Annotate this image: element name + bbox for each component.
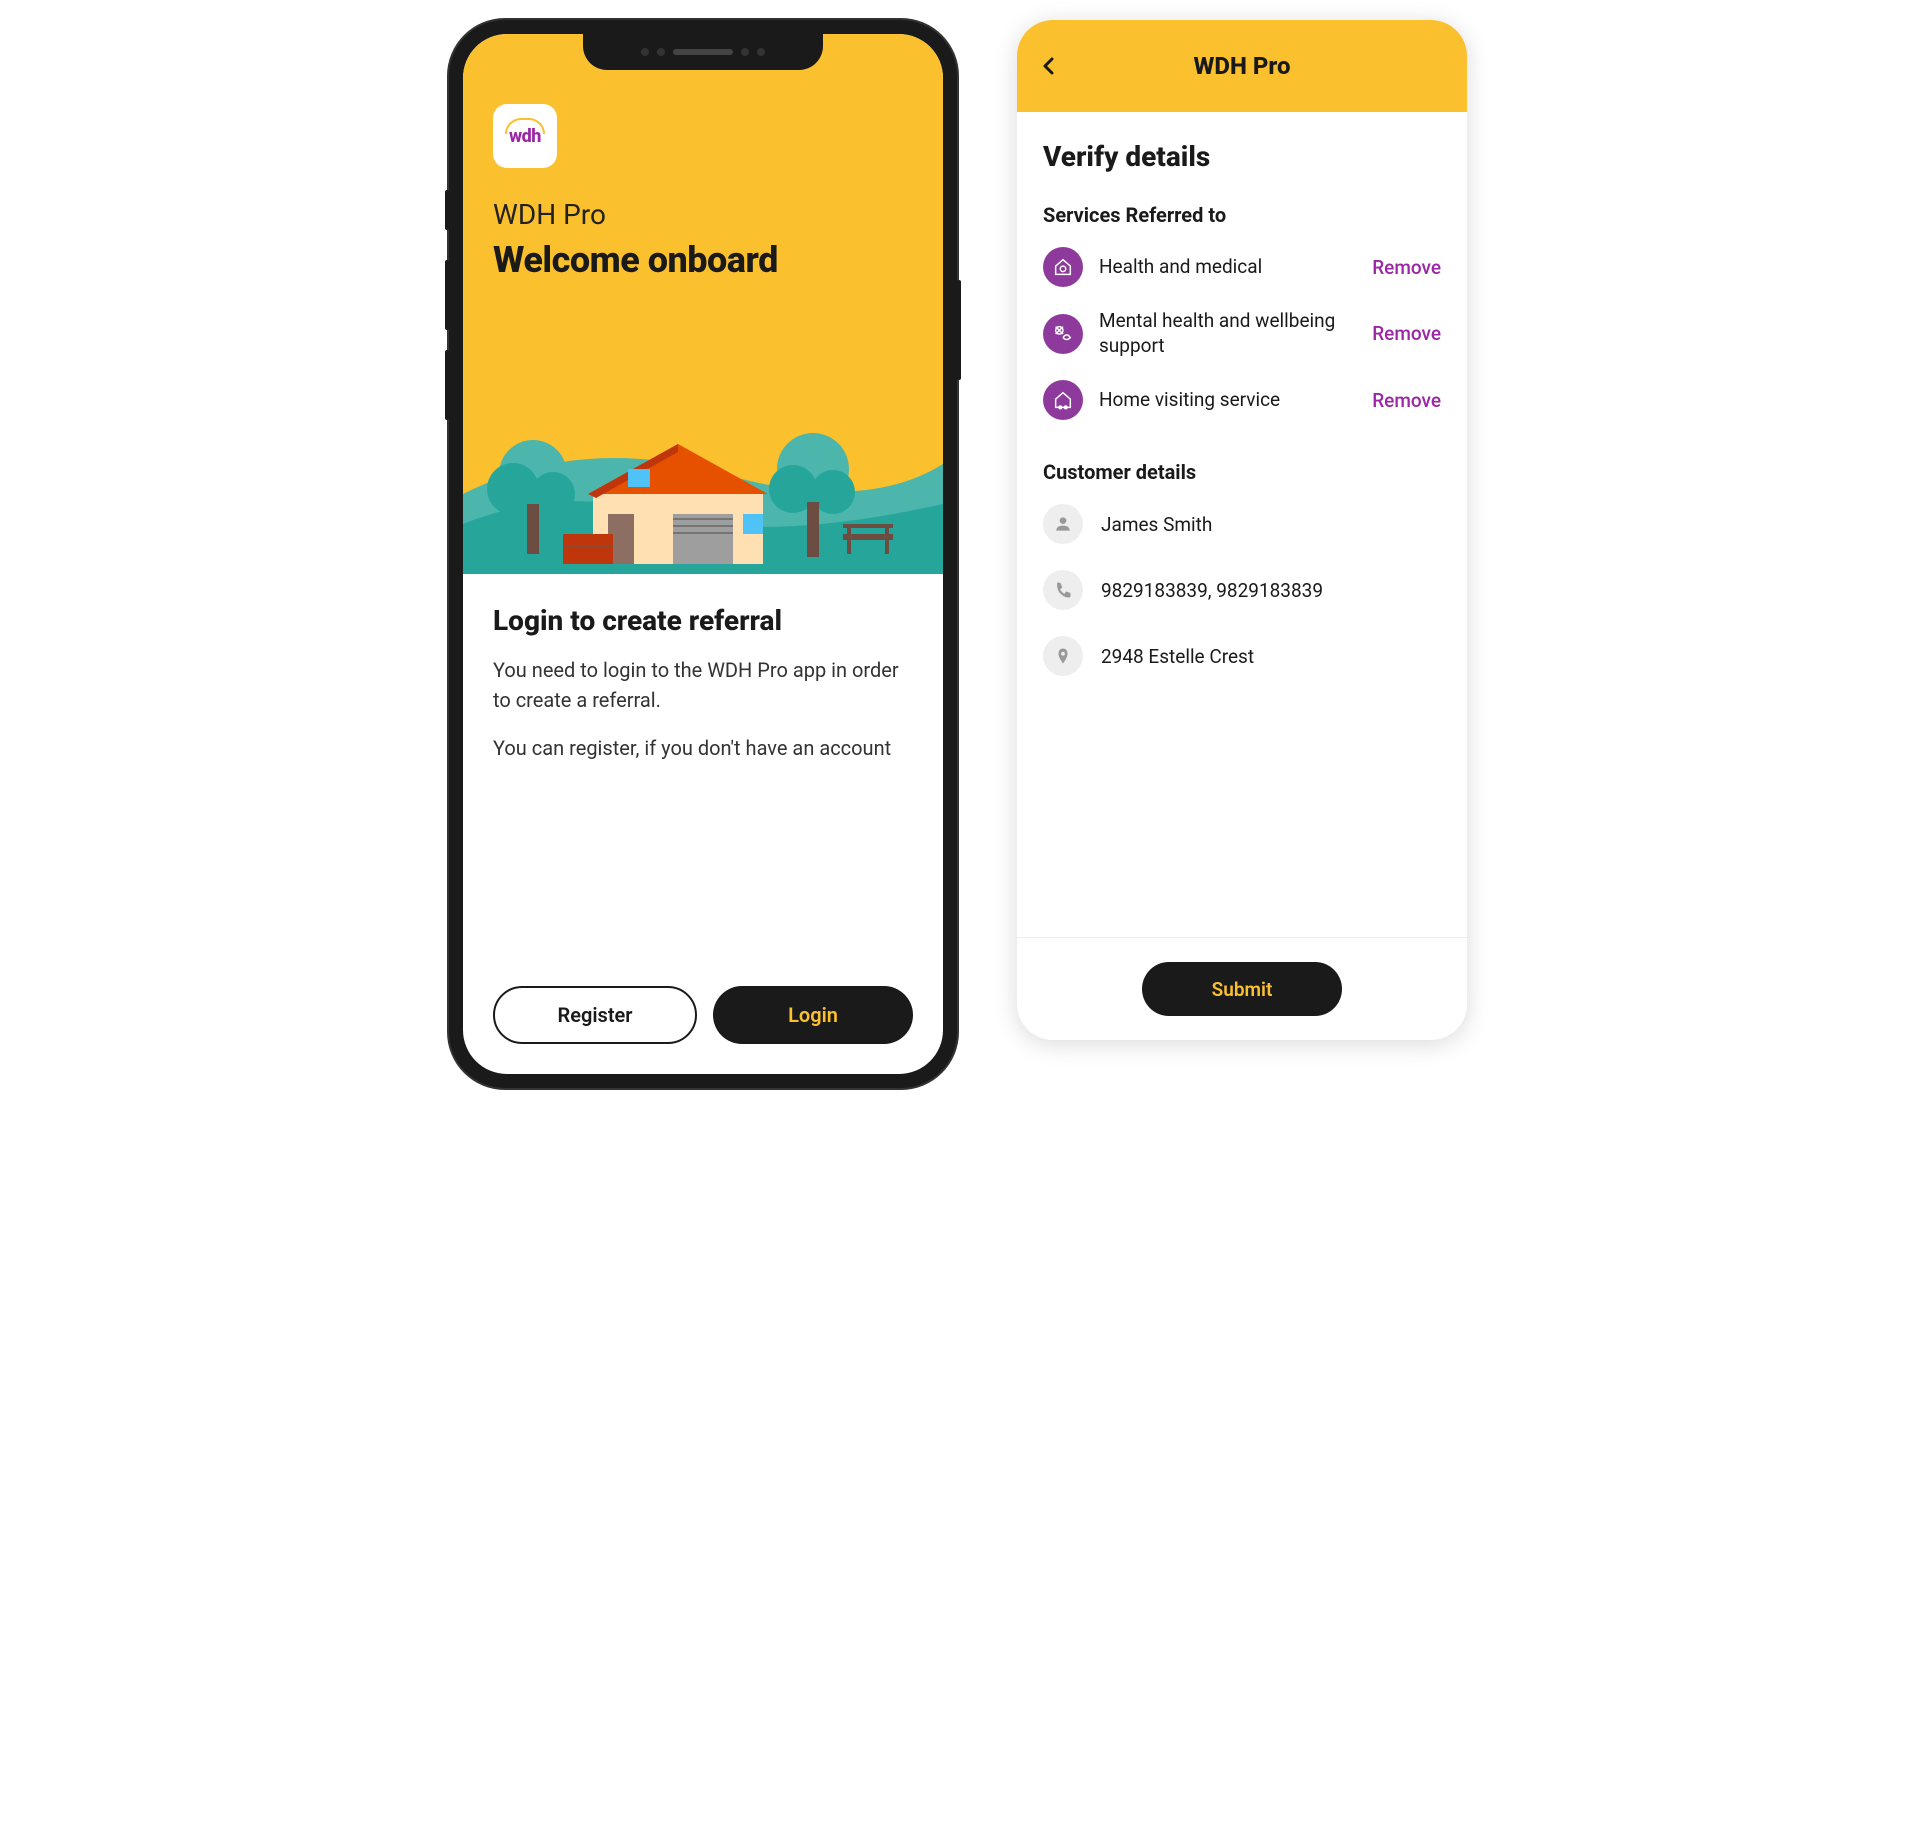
login-instruction-1: You need to login to the WDH Pro app in …: [493, 655, 913, 715]
header-title: WDH Pro: [1193, 52, 1290, 80]
mental-health-icon: [1043, 314, 1083, 354]
customer-name-row: James Smith: [1043, 504, 1441, 544]
header-bar: WDH Pro: [1017, 20, 1467, 112]
submit-bar: Submit: [1017, 937, 1467, 1040]
welcome-screen: wdh WDH Pro Welcome onboard: [463, 34, 943, 1074]
house-illustration: [463, 374, 943, 574]
services-section-label: Services Referred to: [1043, 203, 1441, 227]
app-logo: wdh: [493, 104, 557, 168]
verify-heading: Verify details: [1043, 140, 1441, 173]
login-button[interactable]: Login: [713, 986, 913, 1044]
service-row-health: Health and medical Remove: [1043, 247, 1441, 287]
customer-name: James Smith: [1101, 513, 1212, 536]
remove-link[interactable]: Remove: [1372, 256, 1441, 279]
customer-phone-row: 9829183839, 9829183839: [1043, 570, 1441, 610]
customer-phone: 9829183839, 9829183839: [1101, 579, 1323, 602]
location-icon: [1043, 636, 1083, 676]
submit-button[interactable]: Submit: [1142, 962, 1342, 1016]
person-icon: [1043, 504, 1083, 544]
service-label: Home visiting service: [1099, 388, 1356, 413]
register-button[interactable]: Register: [493, 986, 697, 1044]
customer-address: 2948 Estelle Crest: [1101, 645, 1254, 668]
phone-icon: [1043, 570, 1083, 610]
service-label: Health and medical: [1099, 255, 1356, 280]
login-instruction-2: You can register, if you don't have an a…: [493, 733, 913, 763]
customer-section: Customer details James Smith 9829183839,…: [1043, 460, 1441, 676]
home-visiting-icon: [1043, 380, 1083, 420]
remove-link[interactable]: Remove: [1372, 322, 1441, 345]
back-icon[interactable]: [1039, 50, 1059, 83]
app-name: WDH Pro: [493, 198, 913, 231]
auth-button-row: Register Login: [493, 986, 913, 1044]
service-row-mental-health: Mental health and wellbeing support Remo…: [1043, 309, 1441, 358]
service-label: Mental health and wellbeing support: [1099, 309, 1356, 358]
health-medical-icon: [1043, 247, 1083, 287]
customer-section-label: Customer details: [1043, 460, 1441, 484]
customer-address-row: 2948 Estelle Crest: [1043, 636, 1441, 676]
remove-link[interactable]: Remove: [1372, 389, 1441, 412]
welcome-hero: wdh WDH Pro Welcome onboard: [463, 34, 943, 574]
verify-body: Verify details Services Referred to Heal…: [1017, 112, 1467, 730]
logo-arc-icon: [505, 118, 545, 134]
welcome-content: Login to create referral You need to log…: [463, 574, 943, 811]
login-heading: Login to create referral: [493, 604, 913, 637]
phone-frame-welcome: wdh WDH Pro Welcome onboard: [449, 20, 957, 1088]
service-row-home-visiting: Home visiting service Remove: [1043, 380, 1441, 420]
notch: [583, 34, 823, 70]
welcome-heading: Welcome onboard: [493, 239, 913, 281]
verify-screen: WDH Pro Verify details Services Referred…: [1017, 20, 1467, 1040]
